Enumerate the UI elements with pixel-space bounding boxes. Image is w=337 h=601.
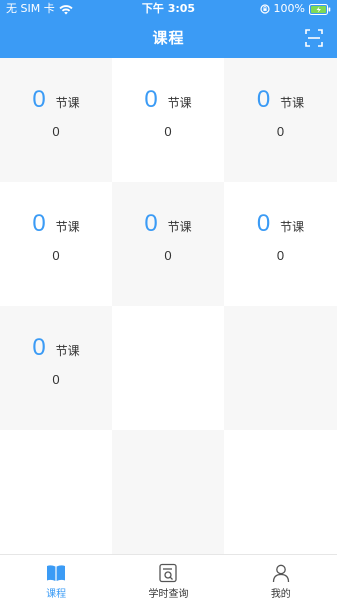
course-card[interactable]: 0 节课 0: [112, 58, 224, 182]
tab-courses[interactable]: 课程: [0, 555, 112, 601]
course-sub-value: 0: [276, 248, 285, 263]
course-card[interactable]: 0 节课 0: [0, 306, 112, 430]
tab-courses-label: 课程: [46, 589, 67, 600]
course-count-row: 0 节课: [224, 86, 337, 114]
status-right: 100%: [259, 0, 331, 18]
course-count: 0: [32, 86, 46, 113]
course-count-row: 0 节课: [0, 334, 112, 362]
course-card[interactable]: 0 节课 0: [112, 182, 224, 306]
course-count: 0: [256, 86, 271, 113]
empty-cell: [224, 430, 337, 554]
tab-mine-label: 我的: [270, 589, 291, 600]
book-icon: [46, 563, 66, 583]
course-count: 0: [144, 210, 158, 237]
empty-cell: [0, 430, 112, 554]
scan-icon[interactable]: [305, 29, 323, 47]
course-count: 0: [144, 86, 158, 113]
course-count: 0: [32, 334, 46, 361]
course-card[interactable]: 0 节课 0: [224, 58, 337, 182]
nav-bar: 课程: [0, 18, 337, 58]
course-sub-value: 0: [52, 248, 60, 263]
status-bar: 无 SIM 卡 下午 3:05 100%: [0, 0, 337, 18]
page-title: 课程: [152, 29, 185, 47]
bottom-tab-bar: 课程 学时查询 我的: [0, 554, 337, 601]
course-grid: 0 节课 0 0 节课 0 0 节课 0 0 节课 0 0 节课 0 0 节课 …: [0, 58, 337, 554]
empty-cell: [112, 306, 224, 430]
battery-charging-icon: [309, 3, 331, 15]
course-count-row: 0 节课: [0, 210, 112, 238]
course-unit: 节课: [280, 96, 305, 110]
course-unit: 节课: [55, 220, 80, 234]
tab-hours-query-label: 学时查询: [148, 589, 189, 600]
course-unit: 节课: [167, 96, 192, 110]
course-card[interactable]: 0 节课 0: [0, 58, 112, 182]
course-unit: 节课: [167, 220, 192, 234]
rotation-lock-icon: [259, 4, 270, 14]
course-sub-value: 0: [164, 248, 172, 263]
tab-mine[interactable]: 我的: [225, 555, 337, 601]
course-count: 0: [32, 210, 46, 237]
course-count-row: 0 节课: [0, 86, 112, 114]
course-sub-value: 0: [276, 124, 285, 139]
empty-cell: [112, 430, 224, 554]
course-unit: 节课: [55, 344, 80, 358]
course-count: 0: [256, 210, 271, 237]
course-unit: 节课: [280, 220, 305, 234]
search-document-icon: [158, 563, 178, 583]
course-card[interactable]: 0 节课 0: [224, 182, 337, 306]
empty-cell: [224, 306, 337, 430]
course-sub-value: 0: [52, 124, 60, 139]
course-count-row: 0 节课: [112, 210, 224, 238]
course-count-row: 0 节课: [112, 86, 224, 114]
course-count-row: 0 节课: [224, 210, 337, 238]
course-sub-value: 0: [52, 372, 60, 387]
battery-text: 100%: [273, 2, 305, 15]
tab-hours-query[interactable]: 学时查询: [112, 555, 224, 601]
top-header: 无 SIM 卡 下午 3:05 100% 课程: [0, 0, 337, 58]
person-icon: [271, 563, 291, 583]
course-card[interactable]: 0 节课 0: [0, 182, 112, 306]
course-sub-value: 0: [164, 124, 172, 139]
course-unit: 节课: [55, 96, 80, 110]
